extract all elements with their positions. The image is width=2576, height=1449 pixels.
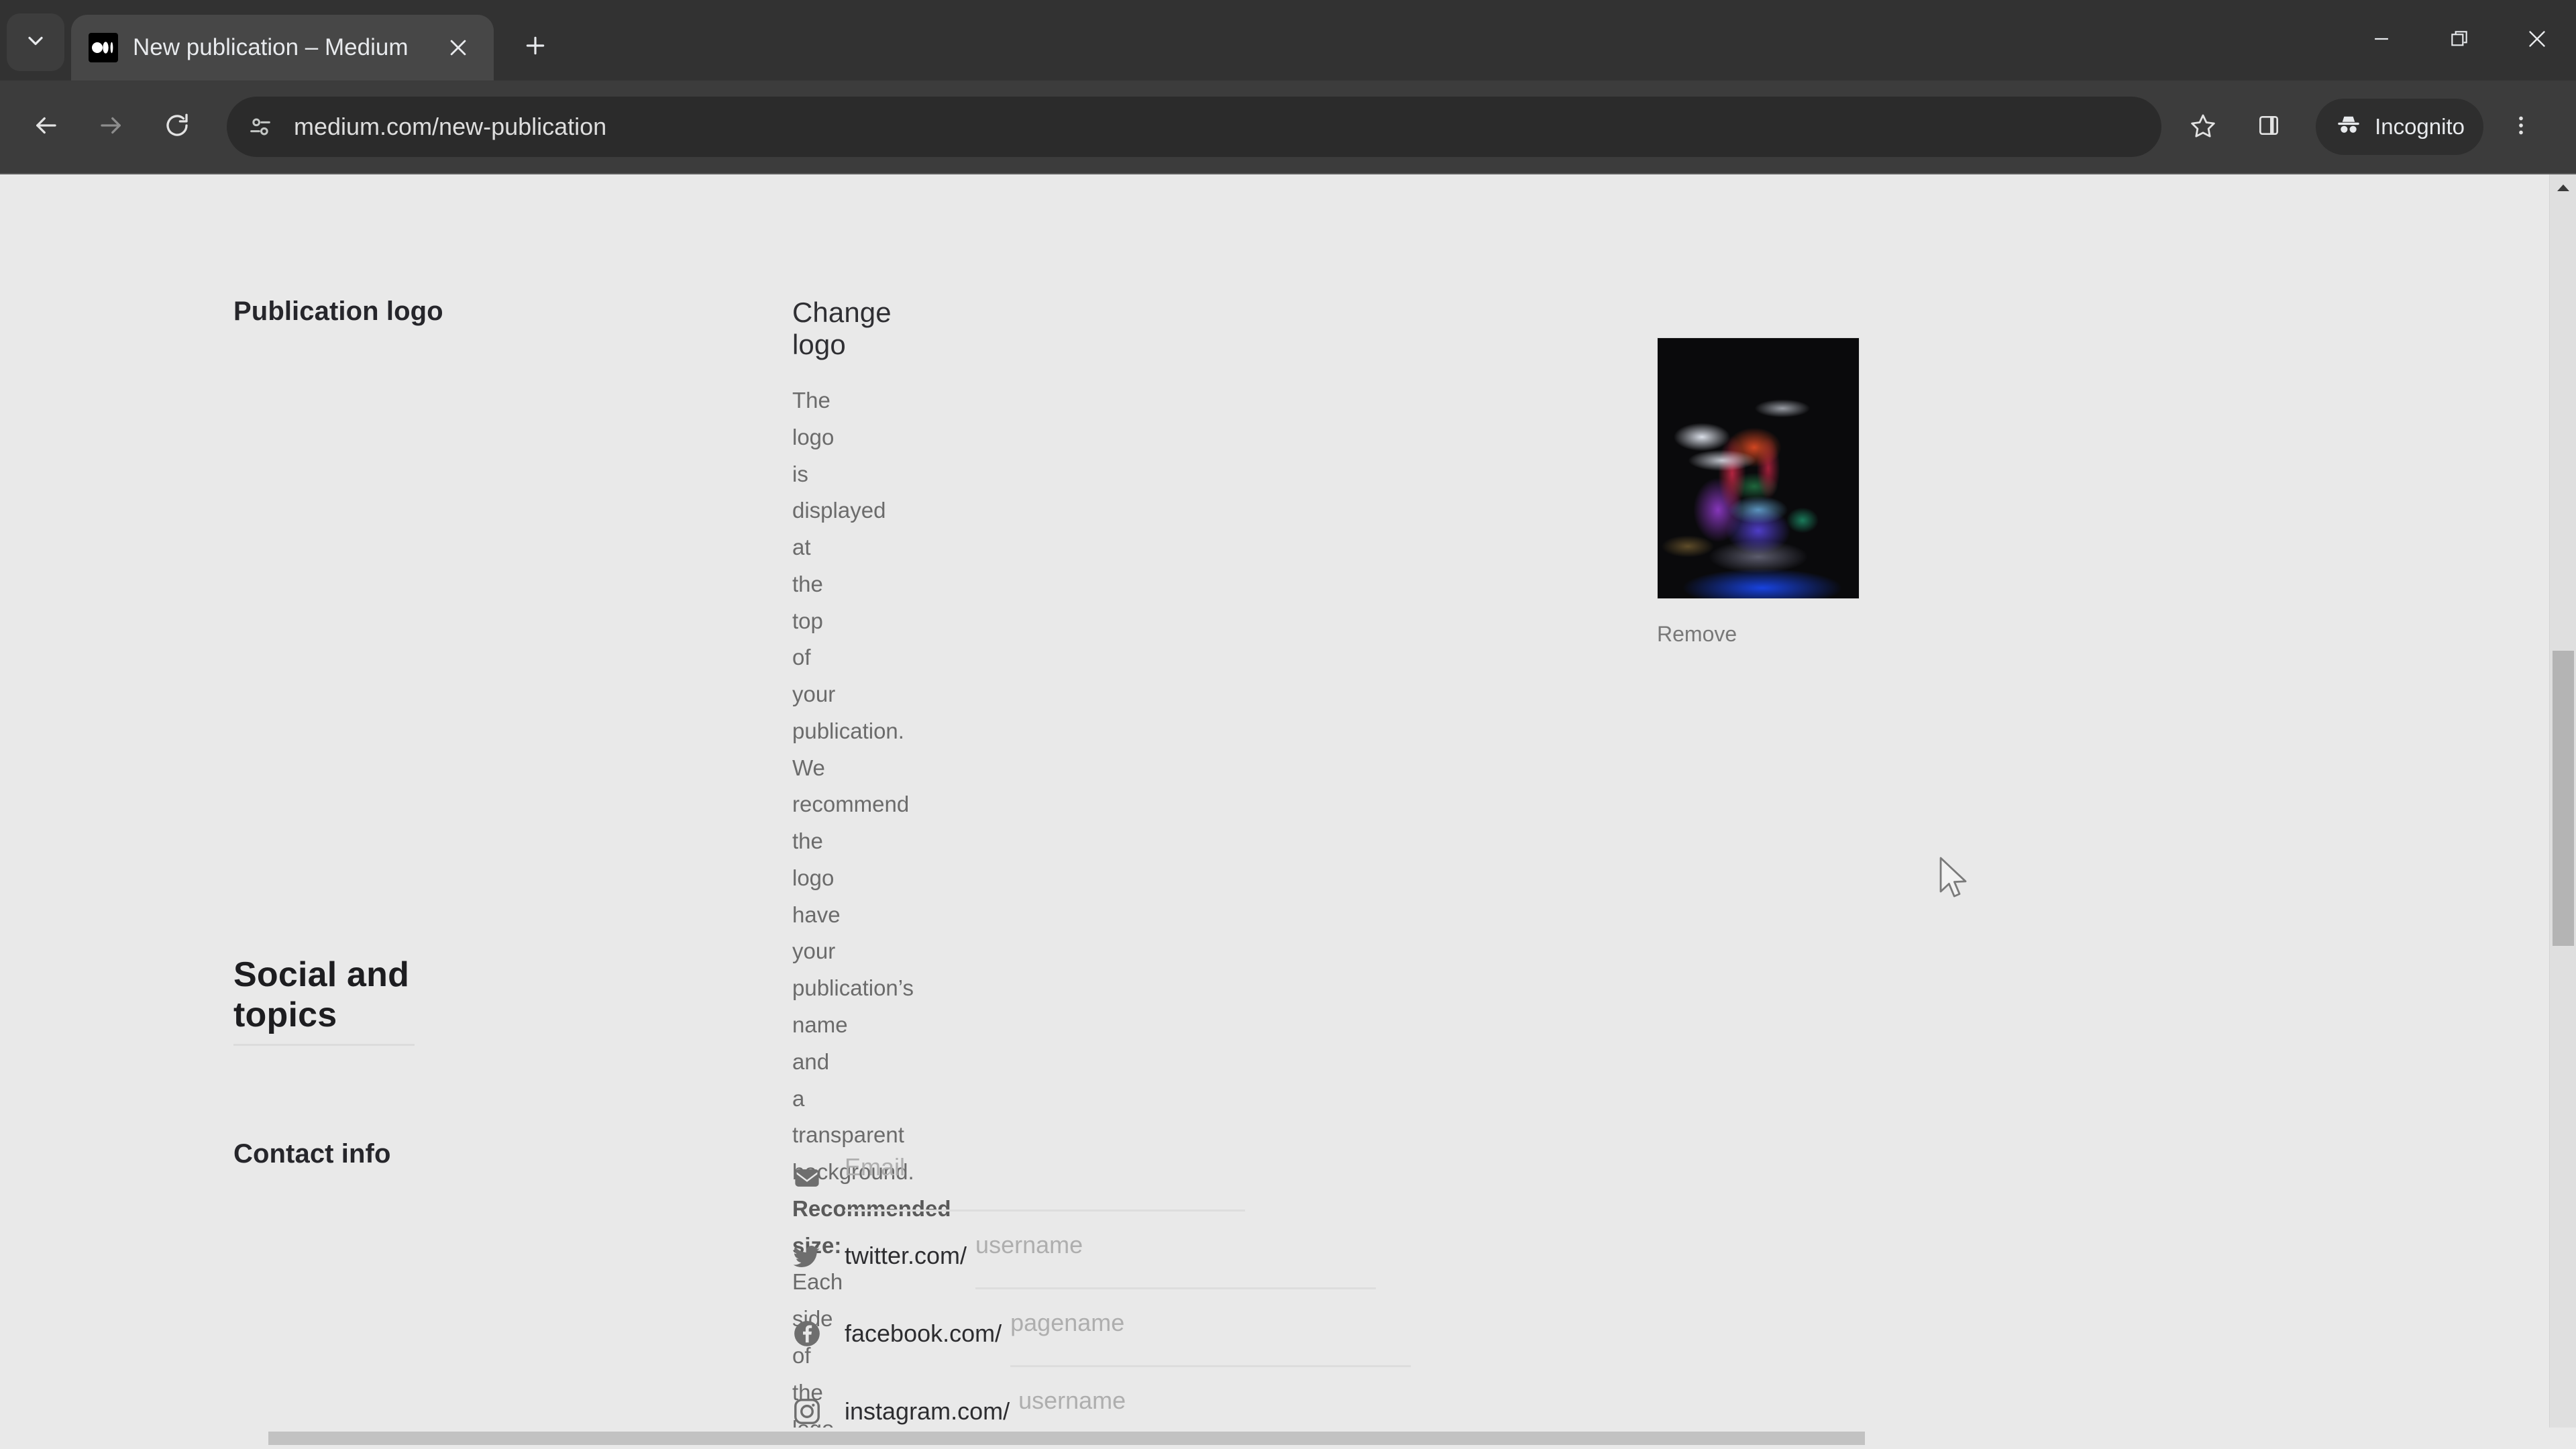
section-divider bbox=[233, 1044, 415, 1046]
horizontal-scrollbar[interactable] bbox=[0, 1428, 2549, 1449]
page-viewport: Publication logo Change logo The logo is… bbox=[0, 174, 2576, 1449]
side-panel-icon bbox=[2256, 113, 2282, 142]
email-input[interactable] bbox=[845, 1144, 1245, 1212]
logo-description-text: The logo is displayed at the top of your… bbox=[792, 388, 914, 1185]
reload-button[interactable] bbox=[149, 99, 205, 155]
twitter-bird-icon bbox=[792, 1241, 830, 1271]
contact-info-label: Contact info bbox=[233, 1139, 391, 1169]
contact-field-email bbox=[792, 1139, 1419, 1217]
publication-logo-section: Publication logo Change logo The logo is… bbox=[0, 297, 2541, 1441]
window-close-button[interactable] bbox=[2498, 0, 2576, 80]
forward-button[interactable] bbox=[83, 99, 140, 155]
arrow-back-icon bbox=[32, 111, 60, 143]
window-controls bbox=[2343, 0, 2576, 80]
instagram-prefix: instagram.com/ bbox=[845, 1397, 1010, 1425]
bookmark-button[interactable] bbox=[2175, 99, 2231, 155]
contact-info-fields: twitter.com/ facebook.com/ bbox=[792, 1139, 1419, 1449]
maximize-button[interactable] bbox=[2420, 0, 2498, 80]
window-close-icon bbox=[2525, 27, 2549, 54]
arrow-forward-icon bbox=[97, 111, 125, 143]
minimize-icon bbox=[2370, 28, 2393, 54]
new-tab-button[interactable] bbox=[511, 23, 559, 71]
facebook-icon bbox=[792, 1319, 830, 1348]
remove-logo-link[interactable]: Remove bbox=[1657, 622, 1860, 647]
chevron-down-icon bbox=[23, 29, 48, 56]
more-vertical-icon bbox=[2509, 113, 2533, 141]
browser-window: New publication – Medium medium.com/new-… bbox=[0, 0, 2576, 1449]
publication-logo-preview: Remove bbox=[1657, 337, 1860, 647]
restore-icon bbox=[2449, 28, 2470, 53]
toolbar-actions: Incognito bbox=[2175, 99, 2559, 155]
instagram-icon bbox=[792, 1397, 830, 1426]
contact-field-facebook: facebook.com/ bbox=[792, 1295, 1419, 1373]
star-icon bbox=[2190, 112, 2216, 142]
browser-menu-button[interactable] bbox=[2493, 99, 2549, 155]
twitter-username-input[interactable] bbox=[975, 1222, 1377, 1289]
facebook-pagename-input[interactable] bbox=[1010, 1300, 1411, 1367]
medium-new-publication-page: Publication logo Change logo The logo is… bbox=[0, 174, 2541, 1445]
side-panel-button[interactable] bbox=[2241, 99, 2297, 155]
plus-icon bbox=[522, 32, 549, 62]
medium-logo-icon bbox=[89, 33, 118, 62]
vertical-scrollbar-thumb[interactable] bbox=[2553, 651, 2574, 946]
mouse-pointer-icon bbox=[1938, 857, 1973, 906]
back-button[interactable] bbox=[17, 99, 74, 155]
contact-info-label-wrap: Contact info bbox=[233, 1139, 391, 1169]
minimize-button[interactable] bbox=[2343, 0, 2420, 80]
incognito-label: Incognito bbox=[2375, 114, 2465, 139]
tab-title: New publication – Medium bbox=[133, 34, 409, 60]
address-bar[interactable]: medium.com/new-publication bbox=[227, 97, 2162, 157]
incognito-indicator[interactable]: Incognito bbox=[2316, 99, 2483, 155]
contact-field-twitter: twitter.com/ bbox=[792, 1217, 1419, 1295]
envelope-icon bbox=[792, 1163, 830, 1193]
vertical-scrollbar[interactable] bbox=[2549, 174, 2576, 1428]
tune-settings-icon[interactable] bbox=[236, 103, 284, 151]
incognito-hat-icon bbox=[2334, 111, 2363, 143]
section-heading-text: Social and topics bbox=[233, 955, 410, 1034]
publication-logo-thumbnail[interactable] bbox=[1657, 337, 1860, 599]
tab-search-button[interactable] bbox=[7, 13, 64, 71]
browser-toolbar: medium.com/new-publication Incognito bbox=[0, 80, 2576, 173]
twitter-prefix: twitter.com/ bbox=[845, 1242, 967, 1269]
social-and-topics-heading: Social and topics bbox=[233, 955, 415, 1035]
reload-icon bbox=[163, 111, 191, 143]
facebook-prefix: facebook.com/ bbox=[845, 1320, 1002, 1347]
tab-strip: New publication – Medium bbox=[0, 0, 2576, 80]
horizontal-scrollbar-thumb[interactable] bbox=[268, 1432, 1865, 1445]
scroll-up-arrow-icon[interactable] bbox=[2550, 174, 2576, 201]
browser-tab[interactable]: New publication – Medium bbox=[71, 15, 494, 80]
close-icon[interactable] bbox=[440, 30, 476, 66]
url-text[interactable]: medium.com/new-publication bbox=[294, 113, 606, 141]
